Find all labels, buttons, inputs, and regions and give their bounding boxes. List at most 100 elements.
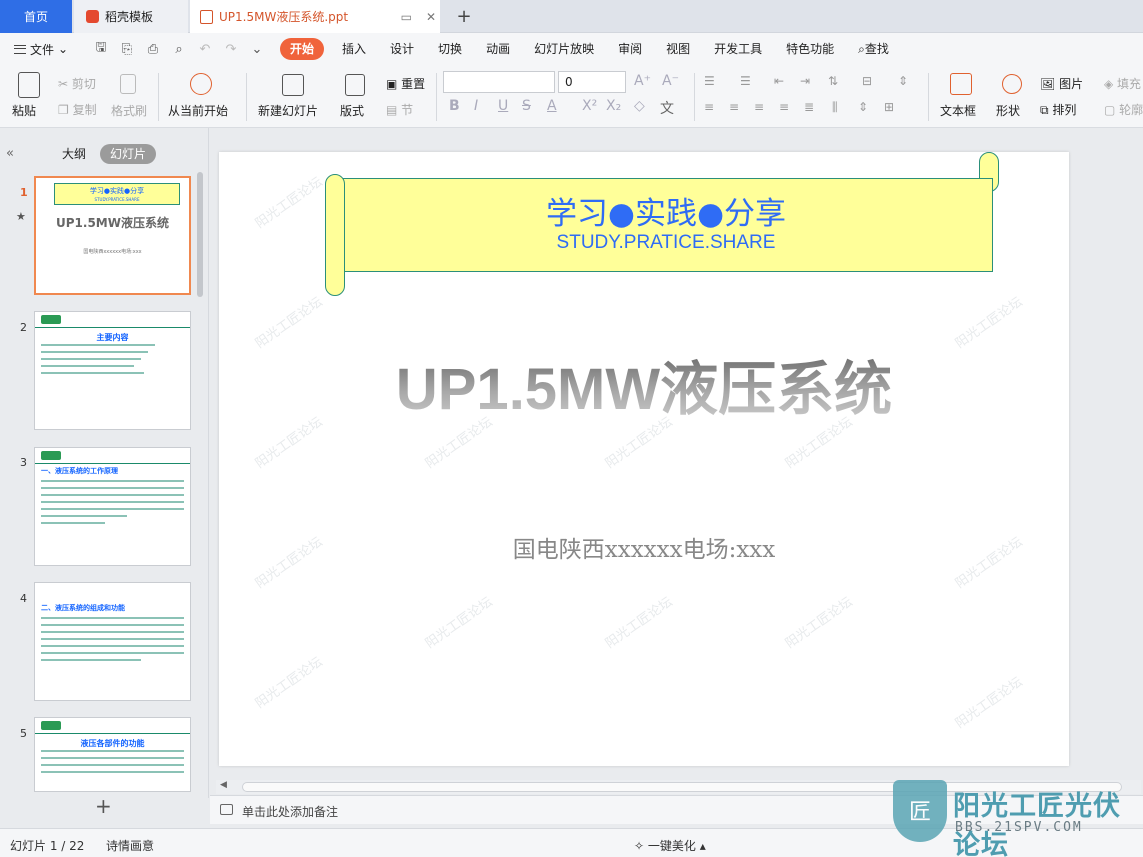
bullet-list-icon[interactable]: ☰	[704, 74, 715, 88]
thumbnail-number: 3	[20, 456, 27, 469]
menu-tab-features[interactable]: 特色功能	[774, 38, 846, 60]
numbered-list-icon[interactable]: ☰	[740, 74, 751, 88]
section-button[interactable]: ▤ 节	[386, 101, 413, 118]
thumbnail-heading: 液压各部件的功能	[80, 739, 145, 748]
banner-subtitle: STUDY.PRATICE.SHARE	[556, 232, 776, 253]
slide-canvas[interactable]: 阳光工匠论坛 阳光工匠论坛 阳光工匠论坛 阳光工匠论坛 阳光工匠论坛 阳光工匠论…	[219, 152, 1069, 766]
columns-icon[interactable]: ⫼	[832, 100, 838, 115]
textbox-icon	[950, 73, 972, 95]
scroll-banner[interactable]: 学习●实践●分享 STUDY.PRATICE.SHARE	[325, 152, 999, 296]
menu-tab-animation[interactable]: 动画	[474, 38, 522, 60]
slide-subtitle[interactable]: 国电陕西xxxxxx电场:xxx	[219, 530, 1069, 564]
subscript-icon[interactable]: X₂	[606, 98, 621, 114]
play-from-current-button[interactable]: 从当前开始	[168, 102, 228, 119]
menu-tab-review[interactable]: 审阅	[606, 38, 654, 60]
layout-button[interactable]: 版式	[340, 102, 364, 119]
menu-tab-transition[interactable]: 切换	[426, 38, 474, 60]
tab-outline[interactable]: 大纲	[62, 144, 86, 164]
arrange-button[interactable]: ⧉ 排列	[1040, 101, 1076, 118]
window-icon[interactable]: ▭	[397, 10, 416, 24]
distribute-icon[interactable]: ≣	[804, 100, 814, 114]
outline-button[interactable]: ▢ 轮廓	[1104, 101, 1143, 118]
textbox-button[interactable]: 文本框	[940, 102, 976, 119]
undo-icon[interactable]: ↶	[196, 42, 214, 57]
menu-tab-home[interactable]: 开始	[280, 38, 325, 60]
slide-thumbnail-3[interactable]: 一、液压系统的工作原理	[34, 447, 191, 566]
grow-font-icon[interactable]: A⁺	[634, 73, 651, 89]
copy-button[interactable]: ❐ 复制	[58, 101, 97, 118]
align-center-icon[interactable]: ≡	[729, 100, 739, 114]
shield-icon: 匠	[893, 780, 947, 842]
paragraph-icon[interactable]: ⊞	[884, 100, 894, 114]
hamburger-icon	[14, 44, 26, 54]
bold-icon[interactable]: B	[449, 98, 460, 114]
slide-thumbnail-5[interactable]: 液压各部件的功能	[34, 717, 191, 792]
ribbon: 粘贴 ✂ 剪切 ❐ 复制 格式刷 从当前开始 新建幻灯片 版式 ▣ 重置 ▤ 节…	[0, 65, 1143, 128]
menu-tab-developer[interactable]: 开发工具	[702, 38, 774, 60]
menu-tabs: 开始 插入 设计 切换 动画 幻灯片放映 审阅 视图 开发工具 特色功能 ⌕查找	[274, 38, 901, 60]
add-slide-button[interactable]: +	[95, 794, 112, 818]
slide-thumbnail-4[interactable]: 二、液压系统的组成和功能	[34, 582, 191, 701]
tab-slides[interactable]: 幻灯片	[100, 144, 156, 164]
paste-button[interactable]: 粘贴	[12, 102, 36, 119]
underline-icon[interactable]: U	[498, 98, 508, 114]
collapse-panel-icon[interactable]: «	[6, 146, 14, 161]
font-color-icon[interactable]: A	[547, 98, 557, 114]
font-family-select[interactable]	[443, 71, 555, 93]
shape-icon	[1002, 74, 1022, 94]
increase-indent-icon[interactable]: ⇥	[800, 74, 810, 88]
shape-button[interactable]: 形状	[996, 102, 1020, 119]
menu-tab-view[interactable]: 视图	[654, 38, 702, 60]
tab-document[interactable]: UP1.5MW液压系统.ppt ▭ ✕	[190, 0, 440, 33]
layout-icon	[345, 74, 365, 96]
paragraph-spacing-icon[interactable]: ⇕	[858, 100, 868, 114]
shrink-font-icon[interactable]: A⁻	[662, 73, 679, 89]
save-icon[interactable]: 🖫	[92, 38, 110, 60]
search-label: 查找	[864, 42, 889, 56]
superscript-icon[interactable]: X²	[582, 98, 597, 114]
line-spacing-icon[interactable]: ⇕	[898, 74, 908, 88]
close-icon[interactable]: ✕	[422, 10, 440, 24]
clear-format-icon[interactable]: ◇	[634, 98, 645, 114]
scroll-left-icon[interactable]: ◀	[220, 780, 227, 790]
italic-icon[interactable]: I	[474, 98, 478, 114]
menu-tab-insert[interactable]: 插入	[330, 38, 378, 60]
panel-scrollbar[interactable]	[197, 172, 203, 297]
font-size-select[interactable]: 0	[558, 71, 626, 93]
slide-thumbnail-1[interactable]: 学习●实践●分享 STUDY.PRATICE.SHARE UP1.5MW液压系统…	[34, 176, 191, 295]
phonetic-icon[interactable]: 文	[660, 98, 674, 118]
redo-icon[interactable]: ↷	[222, 42, 240, 57]
cut-button[interactable]: ✂ 剪切	[58, 75, 96, 92]
reset-button[interactable]: ▣ 重置	[386, 75, 425, 92]
text-direction-icon[interactable]: ⇅	[828, 74, 838, 88]
theme-name[interactable]: 诗情画意	[106, 837, 154, 854]
tab-template[interactable]: 稻壳模板	[74, 0, 188, 33]
export-icon[interactable]: ⎘	[118, 42, 136, 57]
align-left-icon[interactable]: ≡	[704, 100, 714, 114]
notes-placeholder[interactable]: 单击此处添加备注	[242, 803, 338, 820]
picture-button[interactable]: 🖼 图片	[1040, 75, 1083, 92]
fill-button[interactable]: ◈ 填充	[1104, 75, 1141, 92]
slide-title[interactable]: UP1.5MW液压系统	[219, 342, 1069, 426]
print-icon[interactable]: ⎙	[144, 42, 162, 57]
align-right-icon[interactable]: ≡	[754, 100, 764, 114]
menu-tab-design[interactable]: 设计	[378, 38, 426, 60]
tab-home[interactable]: 首页	[0, 0, 72, 33]
strikethrough-icon[interactable]: S	[522, 98, 531, 114]
preview-icon[interactable]: ⌕	[170, 42, 188, 57]
tab-bar: 首页 稻壳模板 UP1.5MW液压系统.ppt ▭ ✕ +	[0, 0, 1143, 33]
slide-thumbnail-2[interactable]: 主要内容	[34, 311, 191, 430]
new-slide-button[interactable]: 新建幻灯片	[258, 102, 318, 119]
chevron-down-icon: ⌄	[58, 42, 69, 56]
beautify-button[interactable]: ✧ 一键美化 ▴	[634, 837, 706, 854]
new-tab-button[interactable]: +	[452, 0, 476, 33]
format-painter-button[interactable]: 格式刷	[111, 102, 147, 119]
file-menu[interactable]: 文件 ⌄	[0, 41, 84, 58]
decrease-indent-icon[interactable]: ⇤	[774, 74, 784, 88]
more-icon[interactable]: ⌄	[248, 42, 266, 57]
tab-home-label: 首页	[23, 10, 48, 24]
search-button[interactable]: ⌕查找	[846, 38, 901, 60]
justify-icon[interactable]: ≡	[779, 100, 789, 114]
menu-tab-slideshow[interactable]: 幻灯片放映	[522, 38, 606, 60]
align-text-icon[interactable]: ⊟	[862, 74, 872, 88]
